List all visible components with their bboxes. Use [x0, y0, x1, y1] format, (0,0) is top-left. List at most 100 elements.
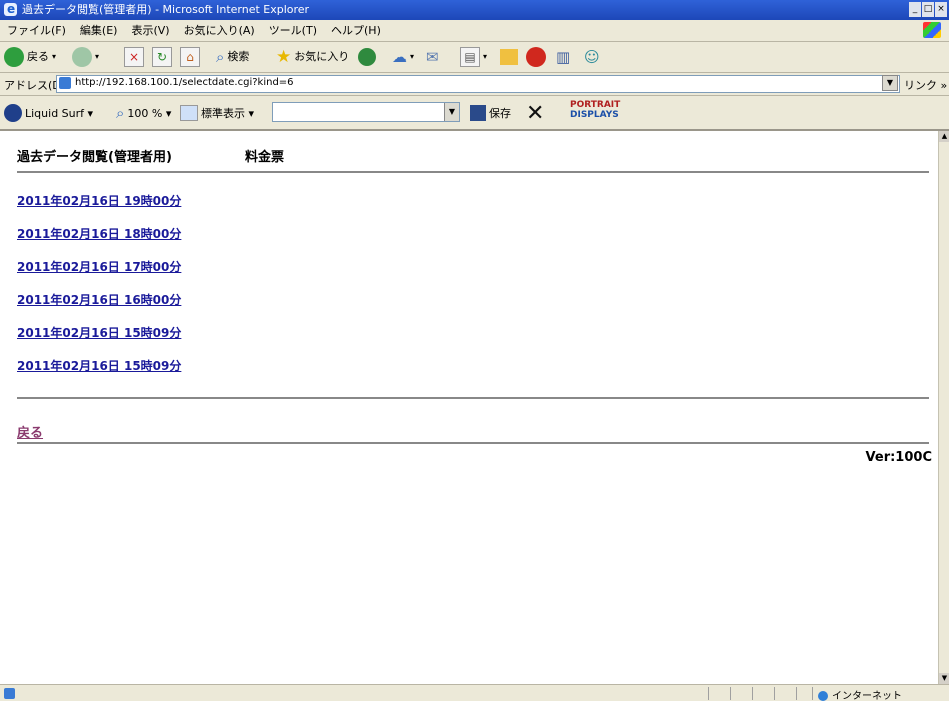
logo-top-text: PORTRAIT: [570, 100, 621, 110]
media-icon: [358, 48, 376, 66]
edit-button[interactable]: [500, 46, 518, 68]
stop-button[interactable]: ×: [124, 46, 144, 68]
vertical-scrollbar[interactable]: ▲ ▼: [938, 131, 949, 684]
security-zone: インターネット: [818, 687, 902, 701]
forward-button[interactable]: ▾: [72, 46, 99, 68]
browser-window: 過去データ閲覧(管理者用) - Microsoft Internet Explo…: [0, 0, 949, 701]
save-button[interactable]: 保存: [470, 102, 511, 124]
close-icon: ✕: [526, 100, 545, 126]
maximize-button[interactable]: □: [922, 2, 934, 17]
liquid-surf-button[interactable]: Liquid Surf ▾: [4, 102, 93, 124]
address-bar: アドレス(D) http://192.168.100.1/selectdate.…: [0, 73, 949, 96]
chevron-down-icon: ▾: [95, 52, 100, 61]
view-mode-icon: [180, 105, 198, 121]
history-button[interactable]: ☁ ▾: [392, 46, 414, 68]
page-heading: 過去データ閲覧(管理者用) 料金票: [17, 146, 284, 165]
status-divider: [796, 687, 797, 700]
date-link[interactable]: 2011年02月16日 16時00分: [17, 292, 181, 325]
save-icon: [470, 105, 486, 121]
links-button[interactable]: リンク »: [904, 77, 947, 93]
view-mode-button[interactable]: 標準表示 ▾: [180, 102, 254, 124]
home-icon: ⌂: [180, 47, 200, 67]
windows-logo-icon: [923, 22, 941, 38]
date-link[interactable]: 2011年02月16日 18時00分: [17, 226, 181, 259]
messenger-button[interactable]: ☺: [584, 46, 600, 68]
stop-icon: ×: [124, 47, 144, 67]
research-icon: ▥: [556, 48, 571, 66]
print-button[interactable]: ▤ ▾: [460, 46, 487, 68]
media-button[interactable]: [358, 46, 376, 68]
globe-icon: [818, 691, 828, 701]
refresh-button[interactable]: ↻: [152, 46, 172, 68]
power-icon: [526, 47, 546, 67]
divider-middle: [17, 397, 929, 399]
menu-file[interactable]: ファイル(F): [0, 20, 73, 41]
address-input[interactable]: http://192.168.100.1/selectdate.cgi?kind…: [56, 75, 900, 93]
forward-arrow-icon: [72, 47, 92, 67]
history-icon: ☁: [392, 48, 407, 66]
page-icon: [59, 77, 71, 89]
status-divider: [708, 687, 709, 700]
mail-button[interactable]: ✉: [426, 46, 439, 68]
date-link[interactable]: 2011年02月16日 15時09分: [17, 325, 181, 358]
search-button-label: 検索: [227, 50, 250, 63]
window-controls: _ □ ×: [909, 2, 947, 18]
divider-bottom: [17, 442, 929, 444]
research-button[interactable]: ▥: [556, 46, 570, 68]
close-toolbar-button[interactable]: ✕: [526, 100, 545, 126]
zoom-label: 100 % ▾: [127, 106, 172, 120]
status-bar: インターネット: [0, 684, 949, 701]
status-divider: [812, 687, 813, 700]
scroll-down-icon[interactable]: ▼: [939, 673, 949, 684]
portrait-displays-logo: PORTRAIT DISPLAYS: [570, 100, 620, 120]
back-button[interactable]: 戻る ▾: [4, 46, 56, 68]
zone-label: インターネット: [832, 691, 902, 701]
menu-tools[interactable]: ツール(T): [262, 20, 324, 41]
liquid-search-combo[interactable]: ▼: [272, 102, 460, 122]
address-dropdown-button[interactable]: ▼: [882, 75, 898, 91]
title-bar: 過去データ閲覧(管理者用) - Microsoft Internet Explo…: [0, 0, 949, 20]
back-arrow-icon: [4, 47, 24, 67]
logo-bottom-text: DISPLAYS: [570, 110, 619, 120]
menu-help[interactable]: ヘルプ(H): [324, 20, 388, 41]
internet-explorer-icon: [4, 0, 17, 19]
page-subtitle: 料金票: [245, 150, 285, 165]
status-divider: [730, 687, 731, 700]
home-button[interactable]: ⌂: [180, 46, 200, 68]
folder-icon: [500, 49, 518, 65]
divider-top: [17, 171, 929, 173]
scroll-up-icon[interactable]: ▲: [939, 131, 949, 142]
page-content: 過去データ閲覧(管理者用) 料金票 2011年02月16日 19時00分 201…: [0, 131, 938, 684]
liquid-surf-toolbar: Liquid Surf ▾ ⌕ 100 % ▾ 標準表示 ▾ ▼ 保存 ✕ PO…: [0, 96, 949, 131]
date-link[interactable]: 2011年02月16日 17時00分: [17, 259, 181, 292]
status-divider: [752, 687, 753, 700]
star-icon: ★: [276, 47, 292, 67]
version-label: Ver:100C: [865, 450, 932, 465]
minimize-button[interactable]: _: [909, 2, 921, 17]
refresh-icon: ↻: [152, 47, 172, 67]
page-title: 過去データ閲覧(管理者用): [17, 150, 172, 165]
combo-dropdown-icon[interactable]: ▼: [444, 103, 459, 121]
save-button-label: 保存: [489, 107, 511, 120]
chevron-down-icon: ▾: [52, 52, 57, 61]
menu-view[interactable]: 表示(V): [124, 20, 176, 41]
date-link[interactable]: 2011年02月16日 15時09分: [17, 358, 181, 391]
date-link[interactable]: 2011年02月16日 19時00分: [17, 193, 181, 226]
liquid-surf-icon: [4, 104, 22, 122]
address-url: http://192.168.100.1/selectdate.cgi?kind…: [75, 77, 294, 88]
favorites-button-label: お気に入り: [294, 50, 350, 63]
menu-favorites[interactable]: お気に入り(A): [177, 20, 262, 41]
search-button[interactable]: ⌕ 検索: [216, 46, 249, 68]
print-icon: ▤: [460, 47, 480, 67]
favorites-button[interactable]: ★ お気に入り: [276, 46, 349, 68]
window-title: 過去データ閲覧(管理者用) - Microsoft Internet Explo…: [22, 3, 310, 16]
close-button[interactable]: ×: [935, 2, 947, 17]
chevron-down-icon: ▾: [410, 52, 415, 61]
search-icon: ⌕: [216, 48, 225, 66]
menu-edit[interactable]: 編集(E): [73, 20, 125, 41]
zoom-button[interactable]: ⌕ 100 % ▾: [116, 102, 171, 124]
back-link[interactable]: 戻る: [17, 422, 43, 441]
discuss-button[interactable]: [526, 46, 546, 68]
chevron-down-icon: ▾: [483, 52, 488, 61]
menu-bar: ファイル(F) 編集(E) 表示(V) お気に入り(A) ツール(T) ヘルプ(H): [0, 20, 949, 42]
